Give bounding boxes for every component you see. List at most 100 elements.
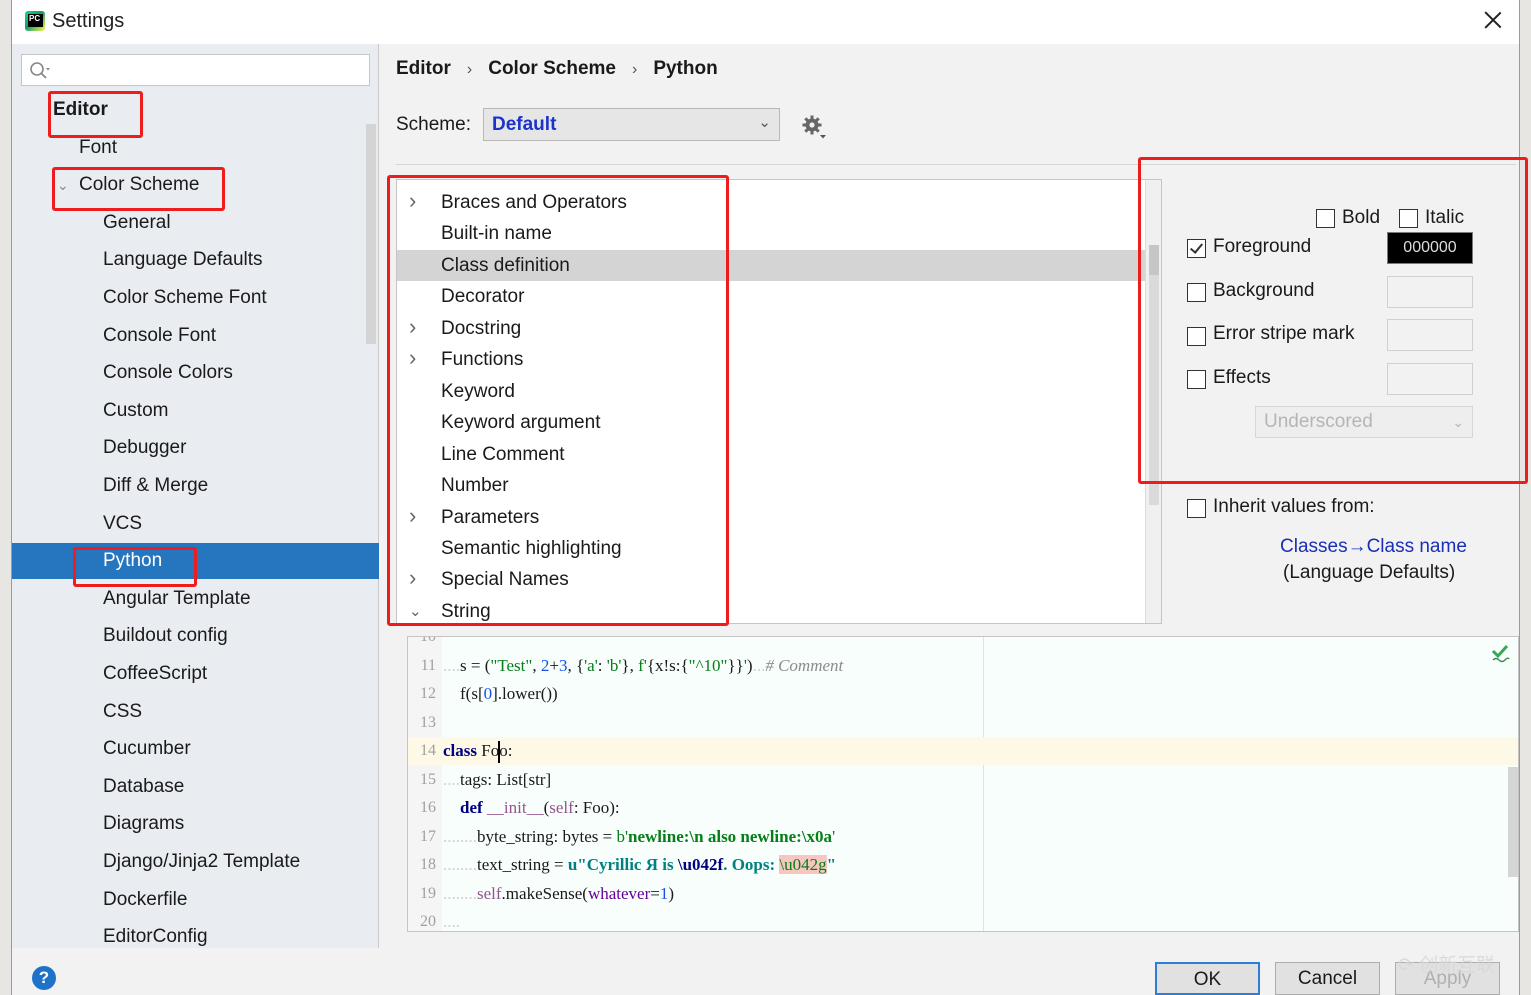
sidebar-item-label: Language Defaults [103,249,263,271]
sidebar-item-editor[interactable]: Editor [12,92,379,128]
attribute-label: Line Comment [441,443,565,465]
sidebar-item-label: CSS [103,700,143,722]
sidebar-item-label: Console Colors [103,362,233,384]
settings-dialog: Settings Editor Font ⌄ Color Scheme General L… [11,0,1520,995]
attribute-label: Number [441,475,509,497]
error-stripe-checkbox[interactable] [1187,327,1206,346]
sidebar-item-font[interactable]: Font [12,130,379,166]
attribute-label: Braces and Operators [441,192,627,213]
sidebar-item-coffeescript[interactable]: CoffeeScript [12,656,379,692]
sidebar-item-database[interactable]: Database [12,769,379,805]
attribute-item[interactable]: Decorator [397,281,1145,312]
attribute-item[interactable]: › Special Names [397,564,1145,595]
code-line: 20.... [408,908,1518,931]
sidebar-item-custom[interactable]: Custom [12,393,379,429]
error-stripe-color-swatch[interactable] [1387,319,1473,351]
attribute-item[interactable]: Built-in name [397,218,1145,249]
text-caret [498,741,501,764]
attribute-item[interactable]: Class definition [397,249,1145,281]
settings-search-input[interactable] [21,54,370,86]
sidebar-scrollbar[interactable] [366,124,376,344]
code-line: 17 ........byte_string: bytes = b'newline… [408,823,1518,851]
inherit-link[interactable]: Classes→Class name [1280,536,1467,558]
effect-type-dropdown[interactable]: Underscored ⌄ [1255,406,1473,438]
attribute-item[interactable]: Keyword [397,376,1145,407]
line-number: 17 [420,828,436,845]
attribute-item[interactable]: › Braces and Operators [397,187,1145,218]
chevron-right-icon[interactable]: › [409,342,416,373]
attribute-item[interactable]: Line Comment [397,439,1145,470]
close-icon[interactable] [1481,8,1505,32]
background-checkbox[interactable] [1187,283,1206,302]
attribute-item[interactable]: Semantic highlighting [397,533,1145,564]
chevron-right-icon[interactable]: › [409,185,416,216]
cancel-button[interactable]: Cancel [1275,962,1380,995]
attribute-item[interactable]: › Parameters [397,502,1145,533]
inspection-ok-icon [1491,644,1510,663]
background-label: Background [1213,280,1315,301]
foreground-color-swatch[interactable]: 000000 [1387,232,1473,264]
sidebar-item-editorconfig[interactable]: EditorConfig [12,919,379,955]
code-preview[interactable]: 10 11 ....s = ("Test", 2+3, {'a': 'b'}, f… [407,636,1519,932]
ok-button[interactable]: OK [1155,962,1260,995]
attribute-label: Keyword argument [441,412,601,434]
sidebar-item-color-scheme[interactable]: ⌄ Color Scheme [12,167,379,203]
sidebar-item-label: Debugger [103,437,187,459]
chevron-down-icon[interactable]: ⌄ [57,167,69,203]
sidebar-item-buildout-config[interactable]: Buildout config [12,618,379,654]
chevron-right-icon[interactable]: › [409,311,416,342]
settings-sidebar: Editor Font ⌄ Color Scheme General Language D… [12,44,379,948]
inherit-checkbox[interactable] [1187,499,1206,518]
sidebar-item-console-colors[interactable]: Console Colors [12,355,379,391]
sidebar-item-label: VCS [103,512,143,534]
inherit-source: (Language Defaults) [1283,562,1456,583]
chevron-down-icon[interactable]: ⌄ [409,596,422,623]
attribute-item[interactable]: › Docstring [397,313,1145,344]
attribute-item[interactable]: Number [397,470,1145,501]
effects-checkbox[interactable] [1187,370,1206,389]
attribute-label: Special Names [441,569,569,591]
sidebar-item-dockerfile[interactable]: Dockerfile [12,882,379,918]
sidebar-item-angular-template[interactable]: Angular Template [12,581,379,617]
background-color-swatch[interactable] [1387,276,1473,308]
sidebar-item-language-defaults[interactable]: Language Defaults [12,242,379,278]
sidebar-item-cucumber[interactable]: Cucumber [12,731,379,767]
scrollbar-thumb[interactable] [1149,245,1159,275]
watermark-text: 创新互联 [1419,955,1496,976]
attribute-item[interactable]: ⌄ String [397,596,1145,623]
sidebar-item-debugger[interactable]: Debugger [12,430,379,466]
attribute-scrollbar[interactable] [1145,180,1161,623]
attribute-item[interactable]: › Functions [397,344,1145,375]
bold-checkbox[interactable] [1316,209,1335,228]
attribute-item[interactable]: Keyword argument [397,407,1145,438]
watermark-logo: ⟳ 创新互联 [1398,955,1496,976]
sidebar-item-general[interactable]: General [12,205,379,241]
sidebar-item-python[interactable]: Python [12,543,379,580]
effects-color-swatch[interactable] [1387,363,1473,395]
sidebar-item-css[interactable]: CSS [12,694,379,730]
sidebar-item-console-font[interactable]: Console Font [12,318,379,354]
sidebar-item-django-jinja2-template[interactable]: Django/Jinja2 Template [12,844,379,880]
line-number: 20 [420,913,436,930]
scheme-dropdown[interactable]: Default ⌄ [483,108,780,141]
italic-checkbox[interactable] [1399,209,1418,228]
code-line: 18 ........text_string = u"Cyrillic Я is … [408,851,1518,879]
gear-icon[interactable] [801,114,827,140]
sidebar-item-label: Django/Jinja2 Template [103,851,301,872]
attribute-label: Keyword [441,380,515,402]
chevron-right-icon[interactable]: › [409,500,416,531]
chevron-right-icon[interactable]: › [409,562,416,593]
preview-scrollbar[interactable] [1508,767,1518,877]
sidebar-item-color-scheme-font[interactable]: Color Scheme Font [12,280,379,316]
foreground-checkbox[interactable] [1187,239,1206,258]
error-stripe-label: Error stripe mark [1213,323,1355,344]
chevron-down-icon: ⌄ [1452,414,1464,430]
sidebar-item-label: Color Scheme Font [103,287,267,308]
sidebar-item-label: EditorConfig [103,926,208,948]
sidebar-item-diff-merge[interactable]: Diff & Merge [12,468,379,504]
sidebar-item-diagrams[interactable]: Diagrams [12,806,379,842]
line-number: 10 [420,636,436,645]
sidebar-item-vcs[interactable]: VCS [12,506,379,542]
help-button[interactable]: ? [32,966,56,990]
sidebar-item-label: General [103,211,171,233]
